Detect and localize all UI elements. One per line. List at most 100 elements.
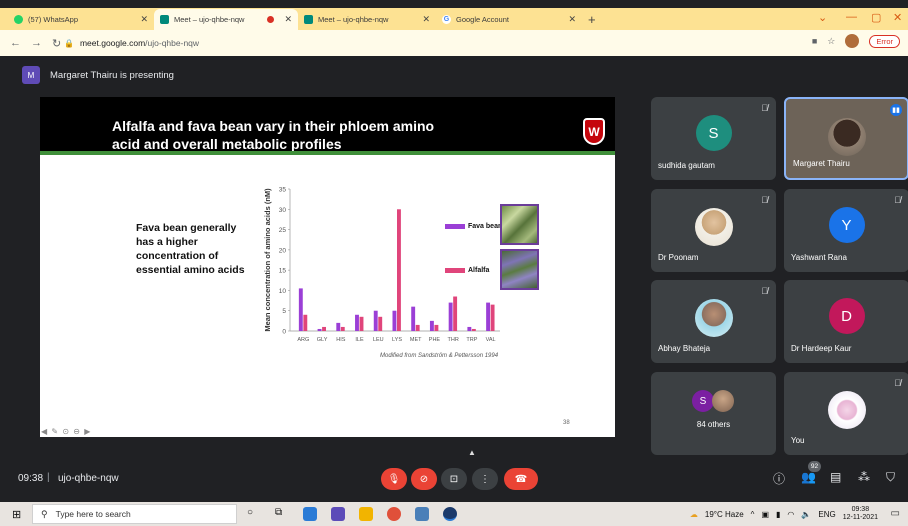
tab-label: (57) WhatsApp [28, 15, 79, 24]
tab-meet[interactable]: Meet – ujo-qhbe-nqw ✕ [298, 9, 436, 30]
header-divider [40, 151, 615, 155]
slide-toolbar: ◀ ✎ ⊙ ⊖ ▶ [41, 427, 91, 436]
tab-label: Google Account [456, 15, 509, 24]
bookmark-star-icon[interactable]: ☆ [827, 36, 835, 47]
zoom-icon[interactable]: ⊙ [62, 427, 70, 436]
edge-icon[interactable] [303, 507, 317, 521]
close-tab-icon[interactable]: ✕ [284, 14, 292, 25]
x-tick-label: HIS [336, 337, 346, 343]
participant-tile-poonam[interactable]: 🎙̸ Dr Poonam [651, 189, 776, 272]
leave-call-button[interactable]: ☎ [504, 468, 538, 490]
participant-tile-margaret[interactable]: ▮▮ Margaret Thairu [784, 97, 908, 180]
participant-tile-yashwant[interactable]: 🎙̸ Y Yashwant Rana [784, 189, 908, 272]
close-tab-icon[interactable]: ✕ [422, 14, 430, 25]
video-feed [827, 118, 866, 156]
maximize-icon[interactable]: ▢ [871, 11, 881, 24]
bar-fava-bean-phe [429, 320, 434, 331]
tray-apps-icon[interactable]: ▣ [761, 510, 769, 519]
profile-avatar[interactable] [845, 34, 860, 48]
prev-slide-icon[interactable]: ◀ [41, 427, 48, 436]
lock-icon[interactable]: 🔒 [64, 39, 74, 48]
volume-icon[interactable]: 🔈 [801, 510, 811, 519]
photos-icon[interactable] [415, 507, 429, 521]
tab-whatsapp[interactable]: (57) WhatsApp ✕ [8, 9, 154, 30]
close-tab-icon[interactable]: ✕ [140, 14, 148, 25]
participant-name: Yashwant Rana [791, 253, 847, 262]
camera-icon[interactable]: ■ [812, 36, 817, 46]
clock-date: 12-11-2021 [842, 514, 878, 521]
reload-icon[interactable]: ↻ [52, 37, 61, 50]
error-button[interactable]: Error [869, 34, 900, 48]
present-button[interactable]: ⊡ [441, 468, 467, 490]
participant-tile-sudhida[interactable]: 🎙̸ S sudhida gautam [651, 97, 776, 180]
avatar: D [828, 298, 865, 334]
url-path: /ujo-qhbe-nqw [145, 38, 200, 48]
mic-toggle-button[interactable]: 🎙 [381, 468, 407, 490]
mic-off-icon: 🎙̸ [894, 378, 901, 388]
meet-icon [160, 15, 169, 24]
weather-text[interactable]: 19°C Haze [705, 510, 744, 519]
language-indicator[interactable]: ENG [818, 510, 835, 519]
legend-alfalfa: Alfalfa [445, 267, 489, 274]
task-view-icon[interactable]: ⧉ [275, 507, 289, 521]
url-field[interactable]: 🔒 meet.google.com /ujo-qhbe-nqw [64, 34, 804, 52]
bar-fava-bean-leu [373, 310, 378, 331]
mouse-cursor-icon: ▲ [468, 448, 476, 457]
chrome-active-icon[interactable] [443, 507, 457, 521]
new-tab-button[interactable]: + [588, 12, 596, 27]
people-icon[interactable]: 👥 [801, 470, 816, 484]
next-slide-icon[interactable]: ▶ [84, 427, 91, 436]
activities-icon[interactable]: ⁂ [858, 470, 870, 484]
file-explorer-icon[interactable] [359, 507, 373, 521]
minimize-icon[interactable]: — [846, 11, 857, 23]
chat-icon[interactable]: ▤ [830, 470, 841, 484]
y-axis-label: Mean concentration of amino acids (nM) [263, 188, 272, 332]
avatar: S [695, 115, 732, 151]
bar-fava-bean-lys [392, 310, 397, 331]
close-tab-icon[interactable]: ✕ [568, 14, 576, 25]
battery-icon[interactable]: ▮ [776, 510, 780, 519]
participant-tile-you[interactable]: 🎙̸ You [784, 372, 908, 455]
google-icon: G [442, 15, 451, 24]
tab-google-account[interactable]: G Google Account ✕ [436, 9, 582, 30]
y-tick-label: 25 [279, 227, 287, 234]
participant-tile-hardeep[interactable]: D Dr Hardeep Kaur [784, 280, 908, 363]
taskbar-clock[interactable]: 09:38 12-11-2021 [843, 506, 878, 522]
y-tick-label: 20 [279, 247, 287, 254]
participant-tile-others[interactable]: S 84 others [651, 372, 776, 455]
tab-search-icon[interactable]: ⌄ [818, 11, 827, 24]
cortana-icon[interactable]: ○ [247, 507, 261, 521]
weather-icon: ☁ [689, 509, 698, 519]
more-icon[interactable]: ⊖ [73, 427, 81, 436]
app-icon[interactable] [331, 507, 345, 521]
info-icon[interactable]: ⓘ [773, 470, 785, 487]
chart-credit: Modified from Sandström & Pettersson 199… [380, 353, 499, 359]
avatar: S [692, 390, 714, 412]
windows-start-icon[interactable]: ⊞ [12, 508, 21, 521]
pen-icon[interactable]: ✎ [51, 427, 59, 436]
bar-alfalfa-gly [322, 326, 326, 331]
host-controls-icon[interactable]: ⛉ [886, 470, 895, 485]
legend-label: Alfalfa [468, 267, 490, 274]
slide-body-text: Fava bean generally has a higher concent… [136, 222, 245, 276]
wifi-icon[interactable]: ◠ [787, 510, 794, 519]
chrome-icon[interactable] [387, 507, 401, 521]
y-tick-label: 5 [282, 308, 286, 315]
close-window-icon[interactable]: ✕ [893, 11, 902, 24]
y-tick-label: 10 [279, 288, 287, 295]
tab-meet-active[interactable]: Meet – ujo-qhbe-nqw ✕ [154, 9, 298, 30]
camera-off-icon: ⊘ [419, 473, 429, 485]
back-icon[interactable]: ← [10, 37, 21, 49]
taskbar-search[interactable]: ⚲ Type here to search [32, 504, 237, 524]
forward-icon[interactable]: → [31, 37, 42, 49]
slide-title-line1: Alfalfa and fava bean vary in their phlo… [112, 118, 435, 134]
notification-icon[interactable]: ▭ [891, 508, 900, 519]
x-tick-label: TRP [466, 337, 477, 343]
camera-toggle-button[interactable]: ⊘ [411, 468, 437, 490]
more-options-button[interactable]: ⋮ [472, 468, 498, 490]
bar-alfalfa-met [415, 324, 420, 331]
tray-chevron-icon[interactable]: ^ [751, 510, 755, 519]
bar-fava-bean-his [336, 322, 341, 331]
participant-tile-abhay[interactable]: 🎙̸ Abhay Bhateja [651, 280, 776, 363]
present-icon: ⊡ [449, 473, 459, 485]
